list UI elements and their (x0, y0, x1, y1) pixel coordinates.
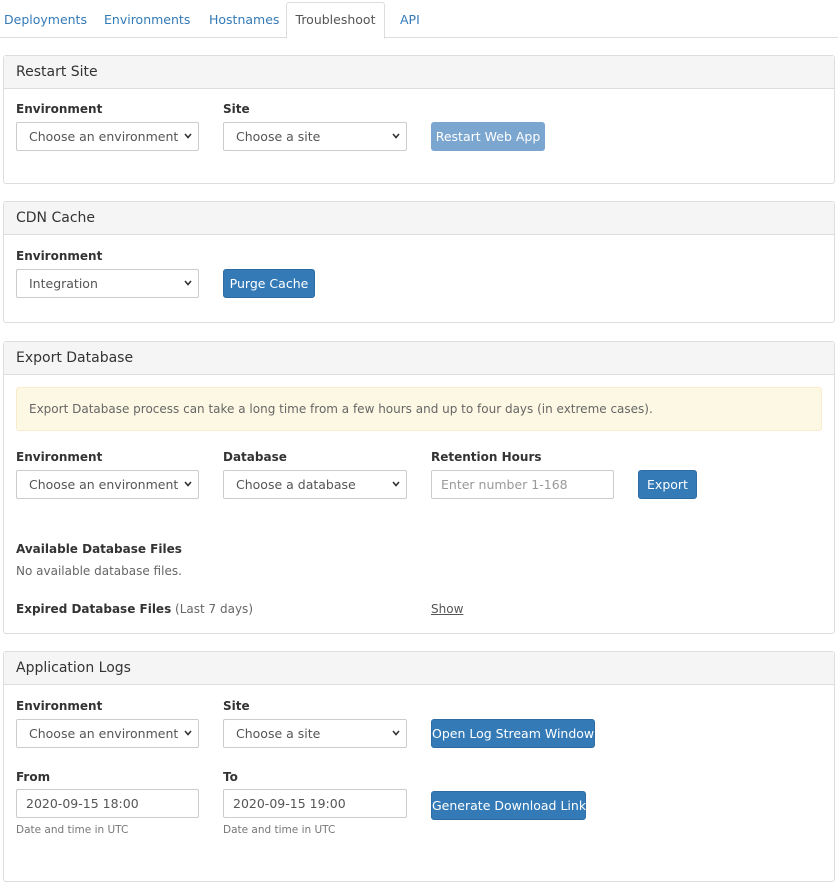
application-logs-title: Application Logs (4, 652, 834, 685)
from-datetime-input[interactable]: 2020-09-15 18:00 (16, 789, 199, 818)
restart-environment-select[interactable]: Choose an environment (16, 122, 199, 151)
expired-files-label: Expired Database Files (16, 602, 172, 616)
export-database-value: Choose a database (236, 477, 356, 492)
to-utc-note: Date and time in UTC (223, 824, 336, 836)
tab-deployments[interactable]: Deployments (4, 3, 87, 38)
logs-site-label: Site (223, 699, 250, 713)
logs-environment-label: Environment (16, 699, 103, 713)
chevron-down-icon (392, 730, 400, 736)
export-button[interactable]: Export (638, 470, 697, 499)
cdn-environment-value: Integration (29, 276, 98, 291)
show-expired-link[interactable]: Show (431, 602, 463, 616)
restart-site-value: Choose a site (236, 129, 321, 144)
from-utc-note: Date and time in UTC (16, 824, 129, 836)
chevron-down-icon (184, 280, 192, 286)
logs-site-select[interactable]: Choose a site (223, 719, 407, 748)
export-database-title: Export Database (4, 342, 834, 375)
cdn-environment-select[interactable]: Integration (16, 269, 199, 298)
tab-hostnames[interactable]: Hostnames (209, 3, 279, 38)
export-warning-alert: Export Database process can take a long … (16, 387, 822, 431)
export-database-label: Database (223, 450, 287, 464)
retention-hours-input[interactable]: Enter number 1-168 (431, 470, 614, 499)
purge-cache-button[interactable]: Purge Cache (223, 269, 315, 298)
tab-troubleshoot[interactable]: Troubleshoot (286, 2, 385, 39)
chevron-down-icon (184, 133, 192, 139)
export-database-select[interactable]: Choose a database (223, 470, 407, 499)
to-datetime-input[interactable]: 2020-09-15 19:00 (223, 789, 407, 818)
restart-environment-label: Environment (16, 102, 103, 116)
restart-environment-value: Choose an environment (29, 129, 179, 144)
restart-site-title: Restart Site (4, 56, 834, 89)
expired-files-suffix: (Last 7 days) (175, 602, 253, 616)
restart-site-panel: Restart Site Environment Choose an envir… (3, 55, 835, 184)
open-log-stream-button[interactable]: Open Log Stream Window (431, 719, 595, 748)
application-logs-panel: Application Logs Environment Choose an e… (3, 651, 835, 882)
export-database-panel: Export Database Export Database process … (3, 341, 835, 634)
export-environment-value: Choose an environment (29, 477, 179, 492)
tab-environments[interactable]: Environments (104, 3, 190, 38)
chevron-down-icon (184, 730, 192, 736)
generate-download-link-button[interactable]: Generate Download Link (431, 791, 586, 820)
restart-site-label: Site (223, 102, 250, 116)
retention-hours-label: Retention Hours (431, 450, 542, 464)
chevron-down-icon (392, 133, 400, 139)
available-files-empty: No available database files. (16, 564, 182, 578)
cdn-environment-label: Environment (16, 249, 103, 263)
expired-files-row: Expired Database Files (Last 7 days) (16, 602, 253, 616)
restart-web-app-button[interactable]: Restart Web App (431, 122, 545, 151)
tab-api[interactable]: API (400, 3, 420, 38)
export-environment-select[interactable]: Choose an environment (16, 470, 199, 499)
restart-site-select[interactable]: Choose a site (223, 122, 407, 151)
from-label: From (16, 770, 51, 784)
export-environment-label: Environment (16, 450, 103, 464)
to-label: To (223, 770, 238, 784)
cdn-cache-panel: CDN Cache Environment Integration Purge … (3, 201, 835, 323)
available-files-label: Available Database Files (16, 542, 182, 556)
chevron-down-icon (392, 481, 400, 487)
logs-site-value: Choose a site (236, 726, 321, 741)
nav-tabs: Deployments Environments Hostnames Troub… (0, 0, 838, 39)
cdn-cache-title: CDN Cache (4, 202, 834, 235)
logs-environment-value: Choose an environment (29, 726, 179, 741)
chevron-down-icon (184, 481, 192, 487)
logs-environment-select[interactable]: Choose an environment (16, 719, 199, 748)
